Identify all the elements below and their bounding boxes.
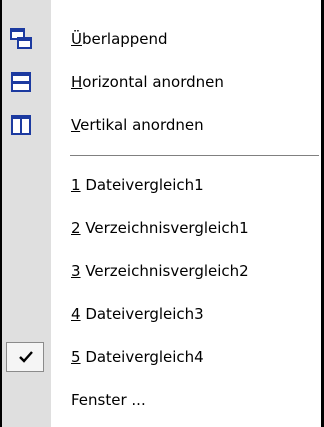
checkmark-icon [19, 351, 33, 363]
menu-item-label: 4 Dateivergleich3 [71, 305, 204, 323]
menu-item-tile-horizontal[interactable]: Horizontal anordnen [2, 66, 321, 98]
tile-horizontal-icon [9, 70, 33, 94]
menu-item-more-windows[interactable]: Fenster ... [2, 384, 321, 416]
menu-item-window-2[interactable]: 2 Verzeichnisvergleich1 [2, 212, 321, 244]
checked-indicator [6, 342, 44, 372]
menu-separator [70, 155, 319, 157]
menu-item-label: Horizontal anordnen [71, 73, 224, 91]
menu-item-label: Fenster ... [71, 391, 146, 409]
menu-item-window-3[interactable]: 3 Verzeichnisvergleich2 [2, 255, 321, 287]
menu-item-label: Überlappend [71, 30, 168, 48]
menu-item-window-5[interactable]: 5 Dateivergleich4 [2, 341, 321, 373]
menu-item-window-4[interactable]: 4 Dateivergleich3 [2, 298, 321, 330]
menu-item-cascade[interactable]: Überlappend [2, 23, 321, 55]
menu-item-label: 3 Verzeichnisvergleich2 [71, 262, 249, 280]
menu-item-label: 1 Dateivergleich1 [71, 176, 204, 194]
menu-item-label: 2 Verzeichnisvergleich1 [71, 219, 249, 237]
menu-item-tile-vertical[interactable]: Vertikal anordnen [2, 109, 321, 141]
cascade-windows-icon [9, 27, 33, 51]
menu-item-window-1[interactable]: 1 Dateivergleich1 [2, 169, 321, 201]
window-menu: Überlappend Horizontal anordnen Vertikal… [0, 0, 324, 427]
menu-item-label: 5 Dateivergleich4 [71, 348, 204, 366]
tile-vertical-icon [9, 113, 33, 137]
menu-item-label: Vertikal anordnen [71, 116, 204, 134]
